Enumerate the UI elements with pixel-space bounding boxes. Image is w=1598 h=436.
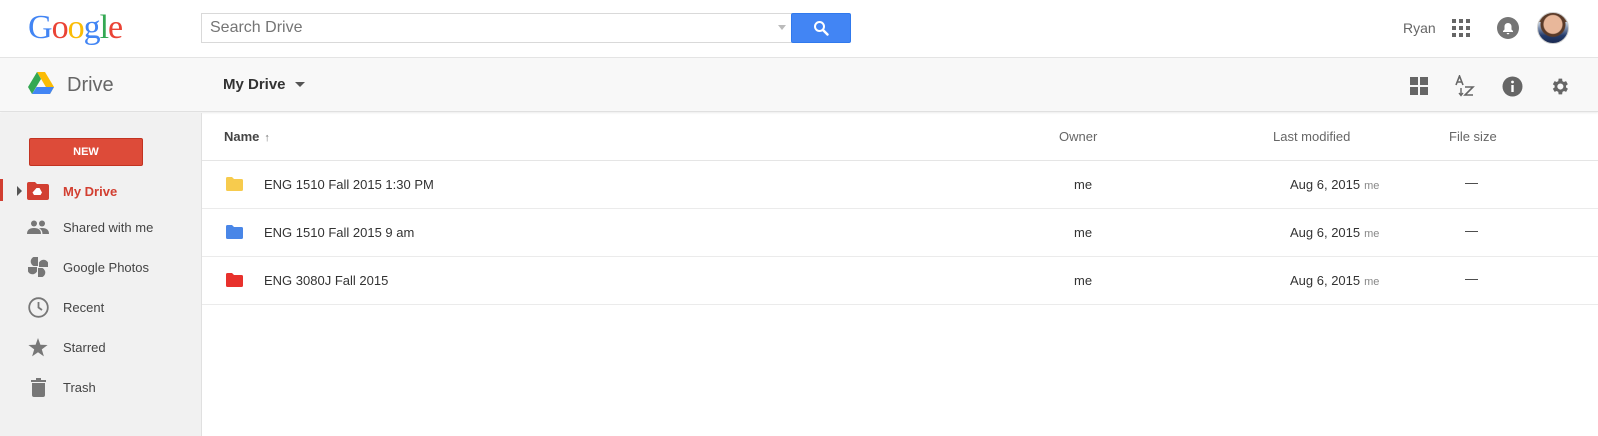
column-header-file-size[interactable]: File size	[1449, 129, 1497, 144]
sidebar-item-label: Recent	[63, 299, 105, 315]
sort-az-icon[interactable]	[1454, 75, 1476, 97]
trash-icon	[26, 375, 50, 399]
sidebar-item-starred[interactable]: Starred	[0, 329, 202, 365]
search-box	[201, 13, 792, 43]
avatar[interactable]	[1537, 12, 1569, 44]
sidebar-item-trash[interactable]: Trash	[0, 369, 202, 405]
modified-by: me	[1364, 276, 1380, 288]
toolbar: Drive My Drive	[0, 58, 1598, 112]
breadcrumb-label: My Drive	[223, 76, 286, 93]
file-size: —	[1465, 175, 1478, 190]
sidebar-item-shared-with-me[interactable]: Shared with me	[0, 209, 202, 245]
modified-date: Aug 6, 2015	[1290, 225, 1361, 240]
app-title: Drive	[67, 74, 114, 96]
photos-icon	[26, 255, 50, 279]
list-header: Name ↑ Owner Last modified File size	[202, 113, 1598, 161]
sort-ascending-icon: ↑	[264, 132, 270, 144]
logo-letter: o	[67, 9, 85, 46]
sidebar-item-label: My Drive	[63, 183, 118, 199]
last-modified: Aug 6, 2015 me	[1290, 225, 1379, 240]
modified-by: me	[1364, 228, 1380, 240]
sidebar-item-google-photos[interactable]: Google Photos	[0, 249, 202, 285]
search-button[interactable]	[791, 13, 851, 43]
logo-letter: G	[28, 9, 53, 46]
file-name: ENG 3080J Fall 2015	[264, 273, 389, 288]
sidebar-item-label: Starred	[63, 339, 106, 355]
expand-arrow-icon[interactable]	[17, 186, 22, 196]
column-header-name-label: Name	[224, 129, 260, 144]
apps-grid-icon[interactable]	[1452, 19, 1470, 37]
table-row[interactable]: ENG 1510 Fall 2015 9 am me Aug 6, 2015 me…	[202, 209, 1598, 257]
search-options-dropdown-icon[interactable]	[778, 25, 786, 30]
table-row[interactable]: ENG 3080J Fall 2015 me Aug 6, 2015 me —	[202, 257, 1598, 305]
sidebar: NEW My Drive Shared with me Google Photo…	[0, 113, 202, 436]
file-size: —	[1465, 271, 1478, 286]
breadcrumb[interactable]: My Drive	[223, 76, 305, 93]
logo-letter: o	[51, 9, 69, 46]
folder-icon	[226, 177, 243, 191]
people-icon	[26, 215, 50, 239]
top-bar: Google Ryan	[0, 0, 1598, 58]
logo-letter: g	[83, 9, 101, 46]
search-input[interactable]	[202, 14, 742, 42]
sidebar-item-label: Shared with me	[63, 219, 154, 235]
owner: me	[1074, 177, 1093, 192]
file-list: Name ↑ Owner Last modified File size ENG …	[202, 113, 1598, 305]
sidebar-item-recent[interactable]: Recent	[0, 289, 202, 325]
modified-date: Aug 6, 2015	[1290, 273, 1361, 288]
grid-view-icon[interactable]	[1408, 75, 1430, 97]
file-size: —	[1465, 223, 1478, 238]
table-row[interactable]: ENG 1510 Fall 2015 1:30 PM me Aug 6, 201…	[202, 161, 1598, 209]
star-icon	[26, 335, 50, 359]
last-modified: Aug 6, 2015 me	[1290, 273, 1379, 288]
logo-letter: l	[99, 9, 110, 46]
file-name: ENG 1510 Fall 2015 1:30 PM	[264, 177, 434, 192]
notifications-bell-icon[interactable]	[1497, 17, 1519, 39]
owner: me	[1074, 225, 1093, 240]
info-icon[interactable]	[1501, 75, 1523, 97]
logo-letter: e	[108, 9, 123, 46]
settings-gear-icon[interactable]	[1548, 75, 1570, 97]
last-modified: Aug 6, 2015 me	[1290, 177, 1379, 192]
drive-logo-icon[interactable]	[28, 72, 54, 96]
clock-icon	[26, 295, 50, 319]
owner: me	[1074, 273, 1093, 288]
sidebar-item-label: Google Photos	[63, 259, 150, 275]
file-name: ENG 1510 Fall 2015 9 am	[264, 225, 415, 240]
column-header-owner[interactable]: Owner	[1059, 129, 1097, 144]
chevron-down-icon	[294, 82, 305, 87]
google-logo[interactable]: Google	[28, 9, 123, 46]
folder-icon	[226, 225, 243, 239]
column-header-last-modified[interactable]: Last modified	[1273, 129, 1350, 144]
folder-icon	[226, 273, 243, 287]
user-name[interactable]: Ryan	[1403, 20, 1436, 36]
new-button[interactable]: NEW	[29, 138, 143, 166]
search-icon	[814, 21, 829, 36]
sidebar-item-label: Trash	[63, 379, 96, 395]
modified-by: me	[1364, 180, 1380, 192]
sidebar-item-my-drive[interactable]: My Drive	[0, 173, 202, 209]
column-header-name[interactable]: Name ↑	[224, 129, 270, 144]
my-drive-icon	[26, 179, 50, 203]
modified-date: Aug 6, 2015	[1290, 177, 1361, 192]
